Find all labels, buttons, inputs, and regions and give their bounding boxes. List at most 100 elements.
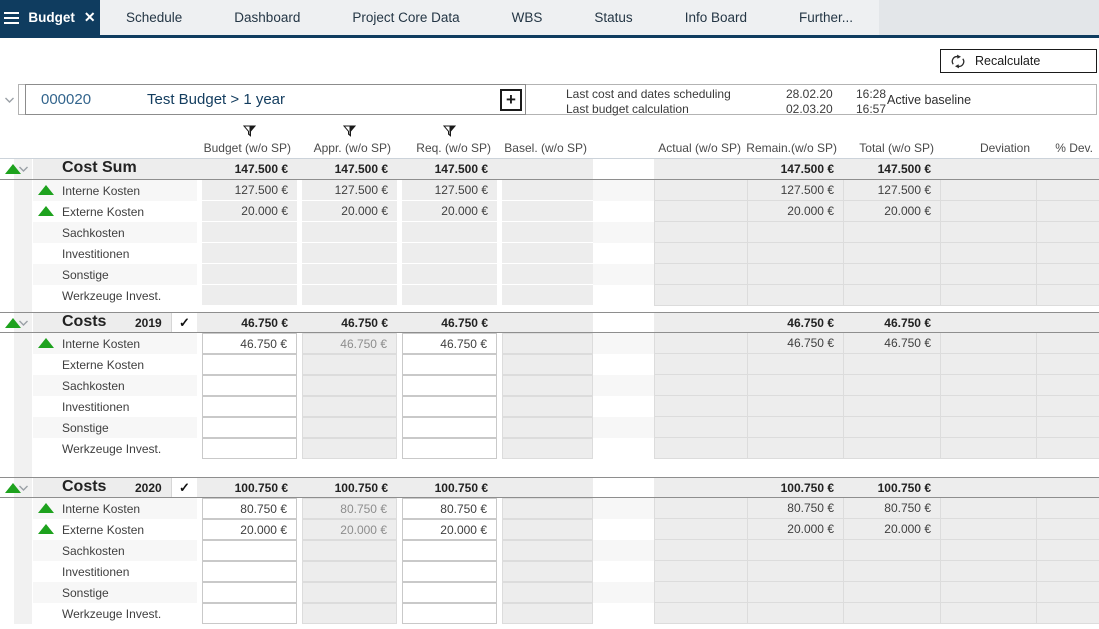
- group-year: 2020: [135, 478, 162, 497]
- trend-up-icon: [38, 206, 54, 216]
- cell-budget[interactable]: [202, 396, 297, 417]
- cell-appr-sum: 147.500 €: [302, 159, 397, 179]
- filter-icon-budget[interactable]: [243, 125, 256, 143]
- group-row-cost-sum[interactable]: Cost Sum147.500 €147.500 €147.500 €147.5…: [0, 159, 1099, 180]
- cell-appr: [302, 561, 397, 582]
- refresh-icon: [950, 54, 966, 69]
- cell-basel: [502, 582, 593, 603]
- tab-budget-active[interactable]: Budget ✕: [0, 0, 100, 35]
- info-label: Last budget calculation: [566, 102, 786, 116]
- add-button[interactable]: +: [500, 89, 522, 111]
- cell-budget[interactable]: [202, 354, 297, 375]
- column-gap: [593, 438, 654, 459]
- cell-req[interactable]: 20.000 €: [402, 519, 497, 540]
- tab-project-core-data[interactable]: Project Core Data: [326, 0, 485, 35]
- cell-budget[interactable]: [202, 375, 297, 396]
- cell-total: [843, 540, 940, 561]
- cell-remain: 46.750 €: [747, 333, 843, 354]
- cell-deviation: [940, 417, 1036, 438]
- cell-req[interactable]: [402, 582, 497, 603]
- cell-budget[interactable]: [202, 417, 297, 438]
- column-header-actual[interactable]: Actual (w/o SP): [654, 140, 747, 155]
- trend-up-icon: [38, 185, 54, 195]
- cell-req[interactable]: [402, 540, 497, 561]
- cell-req: 127.500 €: [402, 180, 497, 201]
- row-label-cell: Werkzeuge Invest.: [33, 603, 197, 624]
- cell-req[interactable]: [402, 354, 497, 375]
- cell-budget[interactable]: 46.750 €: [202, 333, 297, 354]
- column-header-remain[interactable]: Remain.(w/o SP): [747, 140, 843, 155]
- project-header-box[interactable]: 000020 Test Budget > 1 year +: [25, 84, 526, 115]
- group-row-costs-2019[interactable]: Costs2019✓46.750 €46.750 €46.750 €46.750…: [0, 312, 1099, 333]
- info-date: 02.03.20: [786, 102, 856, 116]
- cell-total: 127.500 €: [843, 180, 940, 201]
- column-gap: [593, 333, 654, 354]
- section-costs-2019: Costs2019✓46.750 €46.750 €46.750 €46.750…: [0, 312, 1099, 459]
- cell-req[interactable]: [402, 438, 497, 459]
- cell-req[interactable]: 80.750 €: [402, 498, 497, 519]
- column-header-pdev[interactable]: % Dev.: [1036, 140, 1099, 155]
- cell-req[interactable]: [402, 396, 497, 417]
- row-label: Sonstige: [62, 586, 109, 600]
- cell-basel: [502, 540, 593, 561]
- tab-dashboard[interactable]: Dashboard: [208, 0, 326, 35]
- cell-req-sum: 100.750 €: [402, 478, 497, 497]
- cell-budget[interactable]: 20.000 €: [202, 519, 297, 540]
- cell-actual: [654, 375, 747, 396]
- row-gutter: [14, 519, 32, 540]
- cell-req[interactable]: 46.750 €: [402, 333, 497, 354]
- cell-basel: [502, 519, 593, 540]
- tabbar-filler: [879, 0, 1099, 35]
- cell-actual: [654, 417, 747, 438]
- row-gutter: [14, 333, 32, 354]
- cell-appr: [302, 417, 397, 438]
- cell-budget[interactable]: [202, 603, 297, 624]
- cell-total-sum: 147.500 €: [843, 159, 940, 179]
- filter-icon-req[interactable]: [443, 125, 456, 143]
- cell-appr: [302, 540, 397, 561]
- info-label: Last cost and dates scheduling: [566, 87, 786, 101]
- tab-info-board[interactable]: Info Board: [659, 0, 773, 35]
- cell-req[interactable]: [402, 603, 497, 624]
- cell-basel: [502, 285, 593, 306]
- cell-remain: [747, 582, 843, 603]
- recalculate-button[interactable]: Recalculate: [940, 49, 1097, 73]
- cell-actual: [654, 222, 747, 243]
- cell-budget[interactable]: [202, 582, 297, 603]
- cell-budget[interactable]: [202, 561, 297, 582]
- cell-req[interactable]: [402, 561, 497, 582]
- approved-checkbox[interactable]: ✓: [171, 313, 197, 332]
- filter-icon-appr[interactable]: [343, 125, 356, 143]
- row-label: Externe Kosten: [62, 205, 144, 219]
- tab-status[interactable]: Status: [568, 0, 658, 35]
- hamburger-icon[interactable]: [4, 12, 19, 24]
- tab-schedule[interactable]: Schedule: [100, 0, 208, 35]
- cell-req[interactable]: [402, 375, 497, 396]
- column-header-total[interactable]: Total (w/o SP): [843, 140, 940, 155]
- row-gutter: [14, 417, 32, 438]
- tab-wbs[interactable]: WBS: [486, 0, 569, 35]
- cell-appr: [302, 243, 397, 264]
- group-row-costs-2020[interactable]: Costs2020✓100.750 €100.750 €100.750 €100…: [0, 477, 1099, 498]
- close-icon[interactable]: ✕: [84, 9, 96, 26]
- row-label-cell: Interne Kosten: [33, 333, 197, 354]
- column-header-basel[interactable]: Basel. (w/o SP): [502, 140, 593, 155]
- cell-budget[interactable]: [202, 540, 297, 561]
- cell-budget[interactable]: [202, 438, 297, 459]
- cell-pdev: [1036, 603, 1099, 624]
- row-gutter: [14, 201, 32, 222]
- cell-basel: [502, 375, 593, 396]
- cell-budget[interactable]: 80.750 €: [202, 498, 297, 519]
- row-label-cell: Sachkosten: [33, 540, 197, 561]
- cell-deviation: [940, 264, 1036, 285]
- row-label: Sachkosten: [62, 226, 125, 240]
- project-expand-chevron-icon[interactable]: [4, 91, 15, 109]
- cell-req[interactable]: [402, 417, 497, 438]
- approved-checkbox[interactable]: ✓: [171, 478, 197, 497]
- cell-appr: [302, 222, 397, 243]
- tab-further[interactable]: Further...: [773, 0, 879, 35]
- column-header-deviation[interactable]: Deviation: [940, 140, 1036, 155]
- row-label: Sachkosten: [62, 379, 125, 393]
- cell-remain: [747, 603, 843, 624]
- column-gap: [593, 243, 654, 264]
